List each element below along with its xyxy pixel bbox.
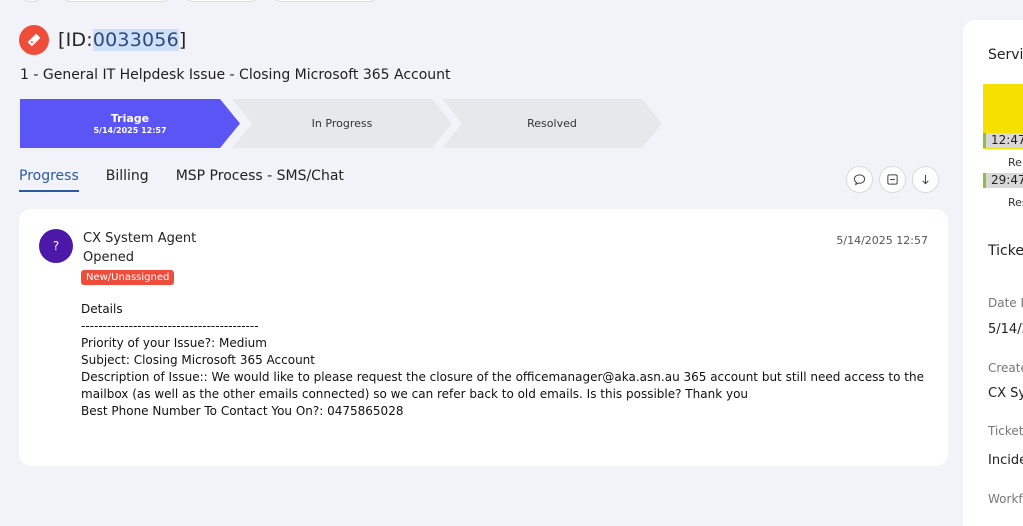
stage-label: Triage [110,112,150,125]
stage-resolved[interactable]: Resolved [442,99,662,148]
field-date-label: Date F [988,296,1023,310]
details-description: Description of Issue:: We would like to … [81,370,924,401]
stage-label: In Progress [311,117,373,130]
field-created-label: Create [988,361,1023,375]
ticket-title: 1 - General IT Helpdesk Issue - Closing … [20,67,451,83]
ticket-id: [ID:0033056] [58,29,187,51]
ticket-icon [19,25,49,55]
status-pipeline: Triage 5/14/2025 12:57 In Progress Resol… [20,99,680,148]
sla-timer-1-label: Re [1008,156,1022,169]
service-heading: Servi [988,47,1023,63]
details-priority: Priority of your Issue?: Medium [81,336,267,350]
ticket-id-suffix: ] [178,29,187,51]
top-toolbar-button-1[interactable] [20,0,42,2]
avatar: ? [39,229,73,263]
details-phone: Best Phone Number To Contact You On?: 04… [81,404,404,418]
sla-timer-2: 29:47 [983,173,1023,188]
details-divider: ----------------------------------------… [81,319,259,333]
tab-billing[interactable]: Billing [106,168,149,192]
activity-actions [846,166,945,193]
tab-bar: Progress Billing MSP Process - SMS/Chat [19,168,371,192]
tab-progress[interactable]: Progress [19,168,79,192]
activity-card: ? CX System Agent Opened New/Unassigned … [19,209,948,466]
comment-icon [853,174,866,186]
top-toolbar-button-4[interactable] [272,0,378,2]
ticket-heading: Ticke [988,243,1023,259]
details-heading: Details [81,302,123,316]
collapse-icon [887,174,898,185]
activity-event: Opened [83,250,134,265]
sla-timer-1: 12:47 [983,133,1023,148]
download-button[interactable] [912,166,939,193]
field-ticket-label: Ticket [988,424,1023,438]
comment-button[interactable] [846,166,873,193]
field-date-value: 5/14/2 [988,322,1023,337]
tab-msp-process[interactable]: MSP Process - SMS/Chat [176,168,344,192]
agent-name: CX System Agent [83,231,197,246]
ticket-header: [ID:0033056] [19,25,187,55]
ticket-id-number[interactable]: 0033056 [92,29,179,51]
arrow-down-icon [922,174,929,185]
collapse-button[interactable] [879,166,906,193]
side-panel: Servi 12:47 Re 29:47 Res Ticke Date F 5/… [963,20,1023,526]
top-toolbar-button-3[interactable] [184,0,260,2]
stage-in-progress[interactable]: In Progress [232,99,452,148]
stage-triage[interactable]: Triage 5/14/2025 12:57 [20,99,240,148]
stage-label: Resolved [527,117,577,130]
field-ticket-value: Incide [988,453,1023,468]
activity-details: Details --------------------------------… [81,301,931,420]
field-workflow-label: Workf [988,492,1023,506]
ticket-id-prefix: [ID: [58,29,93,51]
top-toolbar-button-2[interactable] [62,0,172,2]
status-badge: New/Unassigned [81,270,175,285]
sla-timer-2-label: Res [1008,196,1023,209]
details-subject: Subject: Closing Microsoft 365 Account [81,353,315,367]
field-created-value: CX Sys [988,386,1023,401]
stage-date: 5/14/2025 12:57 [93,126,167,135]
activity-timestamp: 5/14/2025 12:57 [836,234,928,247]
